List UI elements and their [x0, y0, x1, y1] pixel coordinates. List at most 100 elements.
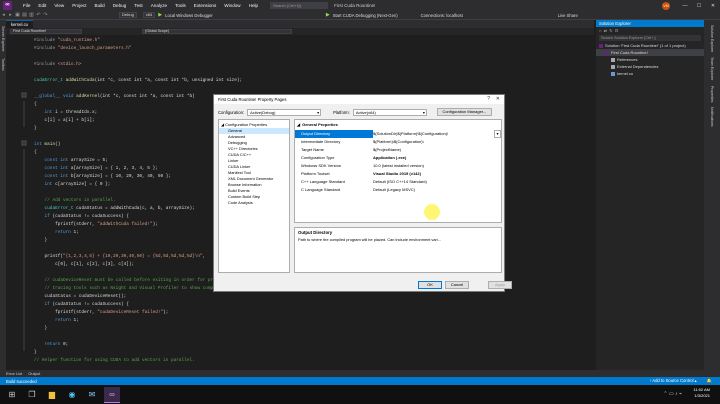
visual-studio-taskbar-icon[interactable]: ∞ [104, 386, 120, 403]
menu-help[interactable]: Help [245, 3, 262, 8]
new-file-icon[interactable]: ▣ [14, 12, 21, 18]
save-all-icon[interactable]: ▥ [28, 12, 35, 18]
server-explorer-tab[interactable]: Server Explorer [1, 26, 5, 52]
system-tray-icons[interactable]: ⌃ ▭ ♪ ⌁ [663, 391, 682, 397]
menu-project[interactable]: Project [68, 3, 90, 8]
description-title: Output Directory [298, 230, 333, 235]
sync-icon[interactable]: ⇄ [604, 28, 607, 33]
connections-label[interactable]: Connections: localhost [421, 13, 463, 18]
rail-tab-team-explorer[interactable]: Team Explorer [710, 57, 714, 80]
property-row[interactable]: Configuration Type Application (.exe) [295, 154, 501, 162]
property-value[interactable]: $(ProjectName) [373, 146, 501, 154]
menu-view[interactable]: View [50, 3, 68, 8]
solution-search-input[interactable]: Search Solution Explorer (Ctrl+;) [599, 35, 701, 41]
property-name: C++ Language Standard [301, 179, 345, 184]
save-icon[interactable]: ▤ [21, 12, 28, 18]
toolbox-tab[interactable]: Toolbox [1, 58, 5, 71]
debugger-target-button[interactable]: Local Windows Debugger [165, 13, 213, 18]
back-icon[interactable]: ◂ [0, 12, 7, 18]
property-row[interactable]: Windows SDK Version 10.0 (latest installe… [295, 162, 501, 170]
dialog-title: First Cuda Rountine! Property Pages [218, 97, 287, 102]
property-value[interactable]: Default (ISO C++14 Standard) [373, 178, 501, 186]
property-row[interactable]: Platform Toolset Visual Studio 2019 (v142… [295, 170, 501, 178]
tab-error-list[interactable]: Error List [6, 371, 22, 376]
solution-configuration-dropdown[interactable]: Debug [119, 12, 137, 18]
rail-tab-properties[interactable]: Properties [710, 86, 714, 102]
cancel-button[interactable]: Cancel [445, 281, 469, 289]
code-token: #include [34, 38, 58, 43]
solution-tree-item[interactable]: First Cuda Rountine! [596, 49, 704, 56]
solution-tree-item[interactable]: External Dependencies [596, 63, 704, 70]
property-row[interactable]: C++ Language Standard Default (ISO C++14 … [295, 178, 501, 186]
code-token: (cudaStatus != cudaSuccess) { [52, 214, 129, 219]
code-token: } [34, 350, 37, 355]
menu-extensions[interactable]: Extensions [190, 3, 220, 8]
undo-icon[interactable]: ↶ [35, 12, 42, 18]
property-value[interactable]: Application (.exe) [373, 154, 501, 162]
platform-dropdown[interactable]: Active(x64) [352, 108, 427, 116]
property-value[interactable]: $(Platform)\$(Configuration)\ [373, 138, 501, 146]
dialog-close-icon[interactable]: ✕ [496, 95, 500, 104]
menu-edit[interactable]: Edit [34, 3, 50, 8]
clock[interactable]: 11:52 AM 1/3/2021 [693, 387, 710, 399]
code-line: // Helper function for using CUDA to add… [34, 358, 195, 365]
add-to-source-control-button[interactable]: ↑ Add to Source Control ▴ [649, 378, 697, 384]
code-token: int [34, 142, 45, 147]
browser-icon[interactable]: ◉ [64, 387, 80, 403]
menu-test[interactable]: Test [130, 3, 146, 8]
section-header[interactable]: ◢ General Properties [295, 121, 501, 129]
solution-tree-item[interactable]: References [596, 56, 704, 63]
notifications-icon[interactable]: 🔔 [707, 378, 712, 384]
rail-tab-notifications[interactable]: Notifications [710, 107, 714, 127]
live-share-button[interactable]: Live Share [558, 13, 578, 18]
rail-tab-solution-explorer[interactable]: Solution Explorer [710, 25, 714, 52]
property-row[interactable]: Target Name $(ProjectName) [295, 146, 501, 154]
task-view-icon[interactable]: ❐ [24, 387, 40, 403]
menu-analyze[interactable]: Analyze [147, 3, 171, 8]
property-dropdown-icon[interactable]: ▾ [494, 130, 501, 138]
minimize-button[interactable]: — [678, 3, 692, 9]
menu-debug[interactable]: Debug [109, 3, 131, 8]
property-name: Intermediate Directory [301, 139, 341, 144]
start-cuda-debugging-button[interactable]: Start CUDA Debugging (Next-Gen) [333, 13, 398, 18]
menu-tools[interactable]: Tools [171, 3, 190, 8]
property-row[interactable]: C Language Standard Default (Legacy MSVC) [295, 186, 501, 194]
solution-tree-item[interactable]: Solution 'First Cuda Rountine!' (1 of 1 … [596, 42, 704, 49]
menu-build[interactable]: Build [91, 3, 109, 8]
help-icon[interactable]: ? [487, 95, 490, 104]
refresh-icon[interactable]: ↻ [609, 28, 612, 33]
tab-output[interactable]: Output [28, 371, 40, 376]
project-scope-dropdown[interactable]: First Cuda Rountine! [10, 29, 82, 34]
property-name: Windows SDK Version [301, 163, 342, 168]
menu-file[interactable]: File [19, 3, 34, 8]
property-row[interactable]: Intermediate Directory $(Platform)\$(Conf… [295, 138, 501, 146]
property-value[interactable]: 10.0 (latest installed version) [373, 162, 501, 170]
start-icon[interactable]: ⊞ [4, 387, 20, 403]
maximize-button[interactable]: ☐ [692, 3, 706, 9]
start-debugging-icon[interactable]: ▶ [158, 12, 162, 18]
configuration-manager-button[interactable]: Configuration Manager... [436, 108, 492, 116]
ok-button[interactable]: OK [418, 281, 442, 289]
tab-kernel-cu[interactable]: kernel.cu [6, 20, 33, 28]
mail-icon[interactable]: ✉ [84, 387, 100, 403]
avatar[interactable]: VM [662, 1, 670, 10]
property-value[interactable]: Visual Studio 2019 (v142) [373, 170, 501, 178]
home-icon[interactable]: ⌂ [599, 28, 601, 33]
global-scope-dropdown[interactable]: (Global Scope) [142, 29, 292, 34]
search-input[interactable]: Search (Ctrl+Q) [270, 2, 329, 9]
configuration-dropdown[interactable]: Active(Debug) [247, 108, 322, 116]
property-value[interactable]: $(SolutionDir)$(Platform)\$(Configuratio… [373, 130, 494, 138]
apply-button[interactable]: Apply [488, 281, 512, 289]
menu-window[interactable]: Window [220, 3, 244, 8]
property-row[interactable]: Output Directory $(SolutionDir)$(Platform… [295, 130, 501, 138]
solution-platform-dropdown[interactable]: x64 [142, 12, 156, 18]
close-window-button[interactable]: ✕ [706, 3, 720, 9]
config-tree-item[interactable]: Code Analysis [219, 200, 289, 206]
solution-tree-item[interactable]: kernel.cu [596, 70, 704, 77]
property-value[interactable]: Default (Legacy MSVC) [373, 186, 501, 194]
start-cuda-icon[interactable]: ▶ [326, 12, 330, 18]
forward-icon[interactable]: ▸ [7, 12, 14, 18]
file-explorer-icon[interactable]: ▆ [44, 387, 60, 403]
collapse-all-icon[interactable]: ⊟ [615, 28, 618, 33]
redo-icon[interactable]: ↷ [42, 12, 49, 18]
